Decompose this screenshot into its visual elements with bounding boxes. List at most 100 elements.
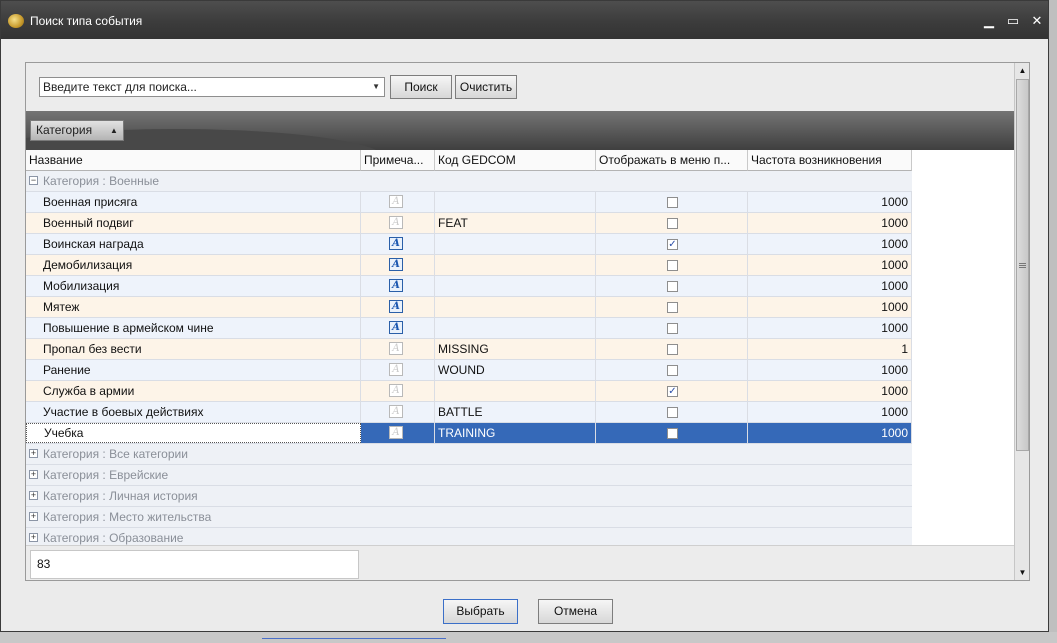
table-row[interactable]: Мятеж A 1000 xyxy=(26,297,912,318)
cell-name: Учебка xyxy=(26,423,361,443)
cell-note: A xyxy=(361,297,435,317)
show-in-menu-checkbox[interactable] xyxy=(667,218,678,229)
cell-name: Военный подвиг xyxy=(26,213,361,233)
column-header-gedcom[interactable]: Код GEDCOM xyxy=(435,150,596,171)
note-icon[interactable]: A xyxy=(389,342,403,355)
cell-note: A xyxy=(361,213,435,233)
table-row[interactable]: Воинская награда A ✓ 1000 xyxy=(26,234,912,255)
scroll-up-icon[interactable]: ▲ xyxy=(1017,65,1028,76)
note-icon[interactable]: A xyxy=(389,426,403,439)
column-header-name[interactable]: Название xyxy=(26,150,361,171)
minimize-icon[interactable]: ▁ xyxy=(979,11,999,31)
show-in-menu-checkbox[interactable] xyxy=(667,323,678,334)
note-icon[interactable]: A xyxy=(389,216,403,229)
show-in-menu-checkbox[interactable]: ✓ xyxy=(667,386,678,397)
show-in-menu-checkbox[interactable] xyxy=(667,260,678,271)
expand-icon[interactable]: + xyxy=(29,470,38,479)
note-icon[interactable]: A xyxy=(389,237,403,250)
note-icon[interactable]: A xyxy=(389,384,403,397)
table-row[interactable]: Участие в боевых действиях A BATTLE 1000 xyxy=(26,402,912,423)
cell-name: Повышение в армейском чине xyxy=(26,318,361,338)
table-row[interactable]: Военная присяга A 1000 xyxy=(26,192,912,213)
show-in-menu-checkbox[interactable] xyxy=(667,344,678,355)
group-row-label: Категория : Личная история xyxy=(43,489,198,503)
table-row[interactable]: Учебка A TRAINING 1000 xyxy=(26,423,912,444)
scroll-down-icon[interactable]: ▼ xyxy=(1017,567,1028,578)
clear-button[interactable]: Очистить xyxy=(455,75,517,99)
show-in-menu-checkbox[interactable] xyxy=(667,365,678,376)
cell-note: A xyxy=(361,276,435,296)
cell-show-in-menu xyxy=(596,255,748,275)
table-row[interactable]: Военный подвиг A FEAT 1000 xyxy=(26,213,912,234)
table-row[interactable]: Демобилизация A 1000 xyxy=(26,255,912,276)
expand-icon[interactable]: + xyxy=(29,491,38,500)
cell-frequency: 1000 xyxy=(748,297,912,317)
cell-note: A xyxy=(361,423,435,443)
cell-show-in-menu xyxy=(596,360,748,380)
table-row[interactable]: Ранение A WOUND 1000 xyxy=(26,360,912,381)
note-icon[interactable]: A xyxy=(389,405,403,418)
cell-frequency: 1000 xyxy=(748,402,912,422)
column-header-note[interactable]: Примеча... xyxy=(361,150,435,171)
chevron-down-icon[interactable]: ▼ xyxy=(372,78,380,96)
cell-gedcom-code: TRAINING xyxy=(435,423,596,443)
note-icon[interactable]: A xyxy=(389,321,403,334)
group-row[interactable]: + Категория : Еврейские xyxy=(26,465,912,486)
show-in-menu-checkbox[interactable] xyxy=(667,302,678,313)
cell-name: Пропал без вести xyxy=(26,339,361,359)
group-row[interactable]: + Категория : Место жительства xyxy=(26,507,912,528)
maximize-icon[interactable]: ▭ xyxy=(1003,11,1023,31)
cell-frequency: 1000 xyxy=(748,234,912,254)
group-row[interactable]: + Категория : Личная история xyxy=(26,486,912,507)
note-icon[interactable]: A xyxy=(389,300,403,313)
vertical-scrollbar[interactable]: ▲ ▼ xyxy=(1014,63,1029,580)
scroll-thumb[interactable] xyxy=(1016,79,1029,451)
expand-icon[interactable]: + xyxy=(29,449,38,458)
table-row[interactable]: Мобилизация A 1000 xyxy=(26,276,912,297)
show-in-menu-checkbox[interactable]: ✓ xyxy=(667,239,678,250)
group-by-category-tag[interactable]: Категория ▲ xyxy=(30,120,124,141)
background-app-bottom xyxy=(0,632,1057,643)
cell-gedcom-code xyxy=(435,381,596,401)
cell-frequency: 1000 xyxy=(748,213,912,233)
collapse-icon[interactable]: − xyxy=(29,176,38,185)
expand-icon[interactable]: + xyxy=(29,512,38,521)
cancel-button[interactable]: Отмена xyxy=(538,599,613,624)
dialog-window: Поиск типа события ▁ ▭ ✕ Введите текст д… xyxy=(0,0,1049,632)
close-icon[interactable]: ✕ xyxy=(1027,11,1047,31)
select-button[interactable]: Выбрать xyxy=(443,599,518,624)
show-in-menu-checkbox[interactable] xyxy=(667,197,678,208)
cell-frequency: 1 xyxy=(748,339,912,359)
group-row-military[interactable]: − Категория : Военные xyxy=(26,171,912,192)
note-icon[interactable]: A xyxy=(389,363,403,376)
table-row[interactable]: Пропал без вести A MISSING 1 xyxy=(26,339,912,360)
cell-note: A xyxy=(361,402,435,422)
group-row-label: Категория : Еврейские xyxy=(43,468,169,482)
background-app xyxy=(1049,0,1057,643)
cell-gedcom-code: BATTLE xyxy=(435,402,596,422)
group-row-label: Категория : Все категории xyxy=(43,447,188,461)
cell-show-in-menu xyxy=(596,297,748,317)
cell-gedcom-code xyxy=(435,255,596,275)
group-row[interactable]: + Категория : Все категории xyxy=(26,444,912,465)
cell-note: A xyxy=(361,381,435,401)
show-in-menu-checkbox[interactable] xyxy=(667,407,678,418)
note-icon[interactable]: A xyxy=(389,195,403,208)
cell-name: Служба в армии xyxy=(26,381,361,401)
show-in-menu-checkbox[interactable] xyxy=(667,281,678,292)
note-icon[interactable]: A xyxy=(389,279,403,292)
cell-frequency: 1000 xyxy=(748,255,912,275)
title-bar[interactable]: Поиск типа события ▁ ▭ ✕ xyxy=(1,1,1048,39)
search-bar: Введите текст для поиска... ▼ Поиск Очис… xyxy=(26,63,1014,111)
column-header-frequency[interactable]: Частота возникновения xyxy=(748,150,912,171)
cell-frequency: 1000 xyxy=(748,318,912,338)
note-icon[interactable]: A xyxy=(389,258,403,271)
search-input[interactable]: Введите текст для поиска... ▼ xyxy=(39,77,385,97)
column-header-show-in-menu[interactable]: Отображать в меню п... xyxy=(596,150,748,171)
show-in-menu-checkbox[interactable] xyxy=(667,428,678,439)
table-row[interactable]: Служба в армии A ✓ 1000 xyxy=(26,381,912,402)
expand-icon[interactable]: + xyxy=(29,533,38,542)
search-button[interactable]: Поиск xyxy=(390,75,452,99)
table-row[interactable]: Повышение в армейском чине A 1000 xyxy=(26,318,912,339)
cell-name: Мобилизация xyxy=(26,276,361,296)
